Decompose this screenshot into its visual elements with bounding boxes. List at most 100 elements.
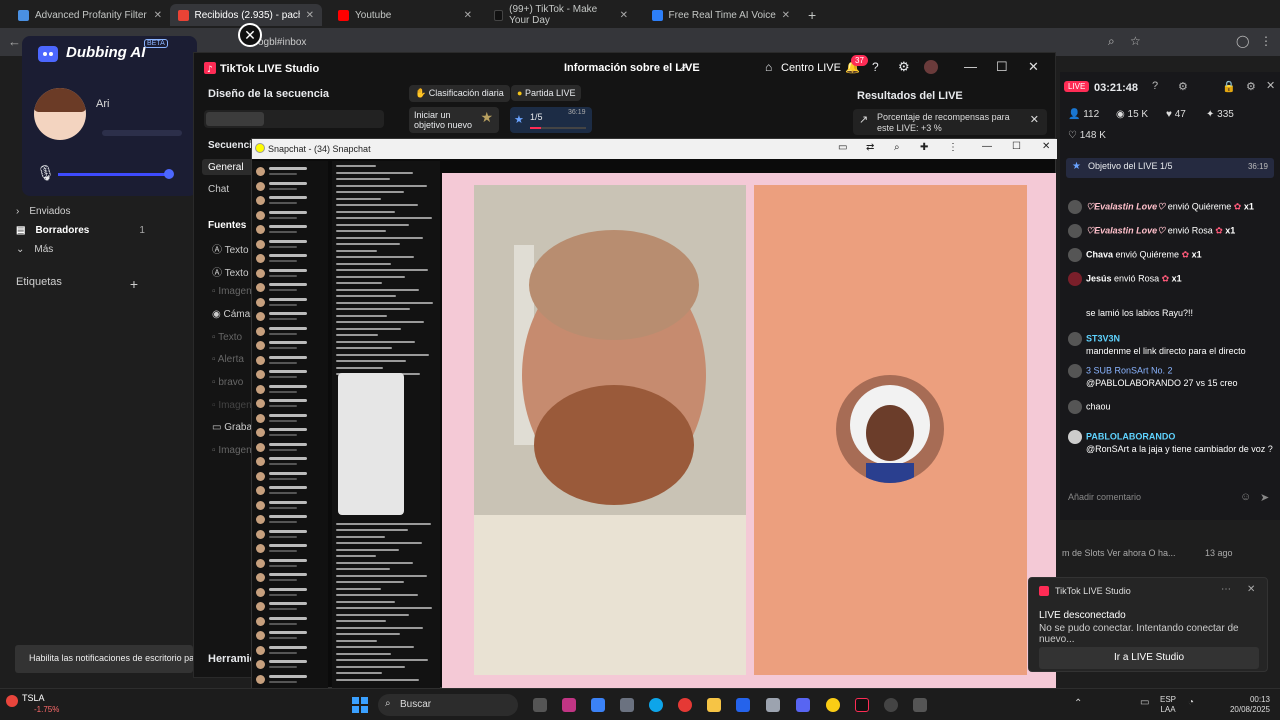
gear-icon[interactable]: ⚙ bbox=[1246, 80, 1256, 93]
contact-item[interactable] bbox=[256, 571, 326, 585]
help-icon[interactable]: ? bbox=[872, 60, 879, 74]
contact-item[interactable] bbox=[256, 339, 326, 353]
more-icon[interactable]: ⋯ bbox=[1221, 584, 1231, 595]
source-item[interactable]: ▫ Imagen bbox=[212, 445, 252, 456]
tiktok-icon[interactable] bbox=[855, 698, 869, 712]
close-icon[interactable]: ✕ bbox=[306, 10, 314, 21]
new-tab-button[interactable]: + bbox=[800, 4, 822, 26]
close-icon[interactable]: ✕ bbox=[1266, 79, 1275, 92]
gmail-nav-item[interactable]: ▤ Borradores 1 bbox=[16, 225, 145, 236]
email-row-text[interactable]: m de Slots Ver ahora O ha... bbox=[1062, 548, 1176, 558]
chat-comment[interactable]: 3 SUB RonSArt No. 2 @PABLOLABORANDO 27 vs… bbox=[1068, 364, 1274, 389]
contact-item[interactable] bbox=[256, 557, 326, 571]
daily-ranking-button[interactable]: ✋ Clasificación diaria bbox=[409, 85, 510, 102]
app-icon[interactable] bbox=[884, 698, 898, 712]
contact-item[interactable] bbox=[256, 673, 326, 687]
url-text[interactable]: ogbl#inbox bbox=[258, 37, 306, 48]
contact-item[interactable] bbox=[256, 484, 326, 498]
live-match-button[interactable]: ● Partida LIVE bbox=[511, 85, 582, 101]
back-icon[interactable]: ← bbox=[8, 34, 21, 49]
close-icon[interactable]: ✕ bbox=[154, 10, 162, 21]
close-overlay-button[interactable]: ✕ bbox=[238, 23, 262, 47]
contact-item[interactable] bbox=[256, 615, 326, 629]
system-clock[interactable]: 00:13 20/08/2025 bbox=[1222, 695, 1270, 715]
app-icon[interactable] bbox=[913, 698, 927, 712]
contact-item[interactable] bbox=[256, 267, 326, 281]
chat-comment[interactable]: se lamió los labios Rayu?!! bbox=[1068, 308, 1274, 319]
profile-avatar[interactable] bbox=[924, 60, 938, 74]
microphone-icon[interactable]: 🎙 bbox=[36, 164, 55, 182]
contact-item[interactable] bbox=[256, 296, 326, 310]
contact-item[interactable] bbox=[256, 470, 326, 484]
close-icon[interactable]: ✕ bbox=[1042, 141, 1050, 152]
chat-comment[interactable]: chaou bbox=[1068, 400, 1274, 414]
contact-item[interactable] bbox=[256, 542, 326, 556]
task-view-icon[interactable] bbox=[533, 698, 547, 712]
add-label-icon[interactable]: + bbox=[130, 276, 138, 292]
contact-item[interactable] bbox=[256, 629, 326, 643]
add-comment-input[interactable]: Añadir comentario bbox=[1066, 488, 1266, 508]
close-icon[interactable]: ✕ bbox=[620, 10, 628, 21]
contact-item[interactable] bbox=[256, 281, 326, 295]
battery-icon[interactable]: ▭ bbox=[1140, 697, 1149, 708]
chat-comment[interactable]: Chava envió Quiéreme ✿ x1 bbox=[1068, 248, 1274, 262]
contact-item[interactable] bbox=[256, 658, 326, 672]
browser-tab[interactable]: (99+) TikTok - Make Your Day ✕ bbox=[486, 4, 636, 26]
discord-icon[interactable] bbox=[796, 698, 810, 712]
contact-item[interactable] bbox=[256, 586, 326, 600]
voice-avatar[interactable] bbox=[34, 88, 86, 140]
chevron-up-icon[interactable]: ⌃ bbox=[1074, 698, 1082, 709]
chat-comment[interactable]: PABLOLABORANDO @RonSArt a la jaja y tiene… bbox=[1068, 430, 1274, 455]
start-goal-button[interactable]: Iniciar un objetivo nuevo ★ bbox=[409, 107, 499, 133]
app-icon[interactable] bbox=[826, 698, 840, 712]
mic-volume-handle[interactable] bbox=[164, 169, 174, 179]
contact-item[interactable] bbox=[256, 441, 326, 455]
close-icon[interactable]: ✕ bbox=[464, 10, 472, 21]
gmail-nav-item[interactable]: › Enviados bbox=[16, 206, 70, 217]
contact-item[interactable] bbox=[256, 325, 326, 339]
minimize-icon[interactable]: — bbox=[964, 59, 977, 74]
gmail-nav-item[interactable]: ⌄ Más bbox=[16, 244, 53, 255]
taskbar-search[interactable]: ⌕ Buscar bbox=[378, 694, 518, 716]
windows-start-icon[interactable] bbox=[352, 697, 368, 713]
close-icon[interactable]: ✕ bbox=[1028, 59, 1039, 75]
close-icon[interactable]: ✕ bbox=[782, 10, 790, 21]
language-indicator[interactable]: ESP LAA bbox=[1160, 695, 1176, 715]
contact-item[interactable] bbox=[256, 238, 326, 252]
chat-comment[interactable]: ♡Evalastin Love♡ envió Quiéreme ✿ x1 bbox=[1068, 200, 1274, 214]
contact-item[interactable] bbox=[256, 644, 326, 658]
profile-icon[interactable]: ◯ bbox=[1236, 34, 1249, 48]
browser-tab[interactable]: Free Real Time AI Voice Chang ✕ bbox=[644, 4, 798, 26]
edge-icon[interactable] bbox=[649, 698, 663, 712]
help-icon[interactable]: ? bbox=[1152, 80, 1158, 92]
open-live-studio-button[interactable]: Ir a LIVE Studio bbox=[1039, 647, 1259, 669]
send-icon[interactable]: ➤ bbox=[1260, 491, 1269, 504]
menu-kebab-icon[interactable]: ⋮ bbox=[948, 142, 958, 153]
contact-item[interactable] bbox=[256, 165, 326, 179]
source-item[interactable]: ▫ Imagen bbox=[212, 286, 252, 297]
emoji-icon[interactable]: ☺ bbox=[1240, 491, 1251, 503]
contact-item[interactable] bbox=[256, 194, 326, 208]
contact-item[interactable] bbox=[256, 383, 326, 397]
wifi-icon[interactable]: ◔ bbox=[1188, 697, 1194, 708]
lock-icon[interactable]: 🔒 bbox=[1222, 80, 1236, 93]
settings-icon[interactable]: ⚙ bbox=[898, 59, 910, 75]
contact-item[interactable] bbox=[256, 354, 326, 368]
share-icon[interactable]: ⇗ bbox=[679, 61, 688, 74]
source-item[interactable]: Ⓐ Texto bbox=[212, 264, 249, 279]
source-item[interactable]: ▭ Graba bbox=[212, 422, 252, 433]
contact-item[interactable] bbox=[256, 513, 326, 527]
contact-item[interactable] bbox=[256, 499, 326, 513]
copilot-icon[interactable] bbox=[591, 698, 605, 712]
contact-item[interactable] bbox=[256, 412, 326, 426]
instagram-icon[interactable] bbox=[562, 698, 576, 712]
bookmark-star-icon[interactable]: ☆ bbox=[1130, 34, 1141, 48]
contact-item[interactable] bbox=[256, 397, 326, 411]
menu-kebab-icon[interactable]: ⋮ bbox=[1260, 34, 1272, 48]
contact-item[interactable] bbox=[256, 600, 326, 614]
chat-comment[interactable]: ST3V3N mandenme el link directo para el d… bbox=[1068, 332, 1274, 357]
extension-icon[interactable]: ✚ bbox=[920, 142, 928, 153]
stock-ticker[interactable]: TSLA bbox=[22, 693, 45, 703]
contact-item[interactable] bbox=[256, 426, 326, 440]
file-explorer-icon[interactable] bbox=[707, 698, 721, 712]
